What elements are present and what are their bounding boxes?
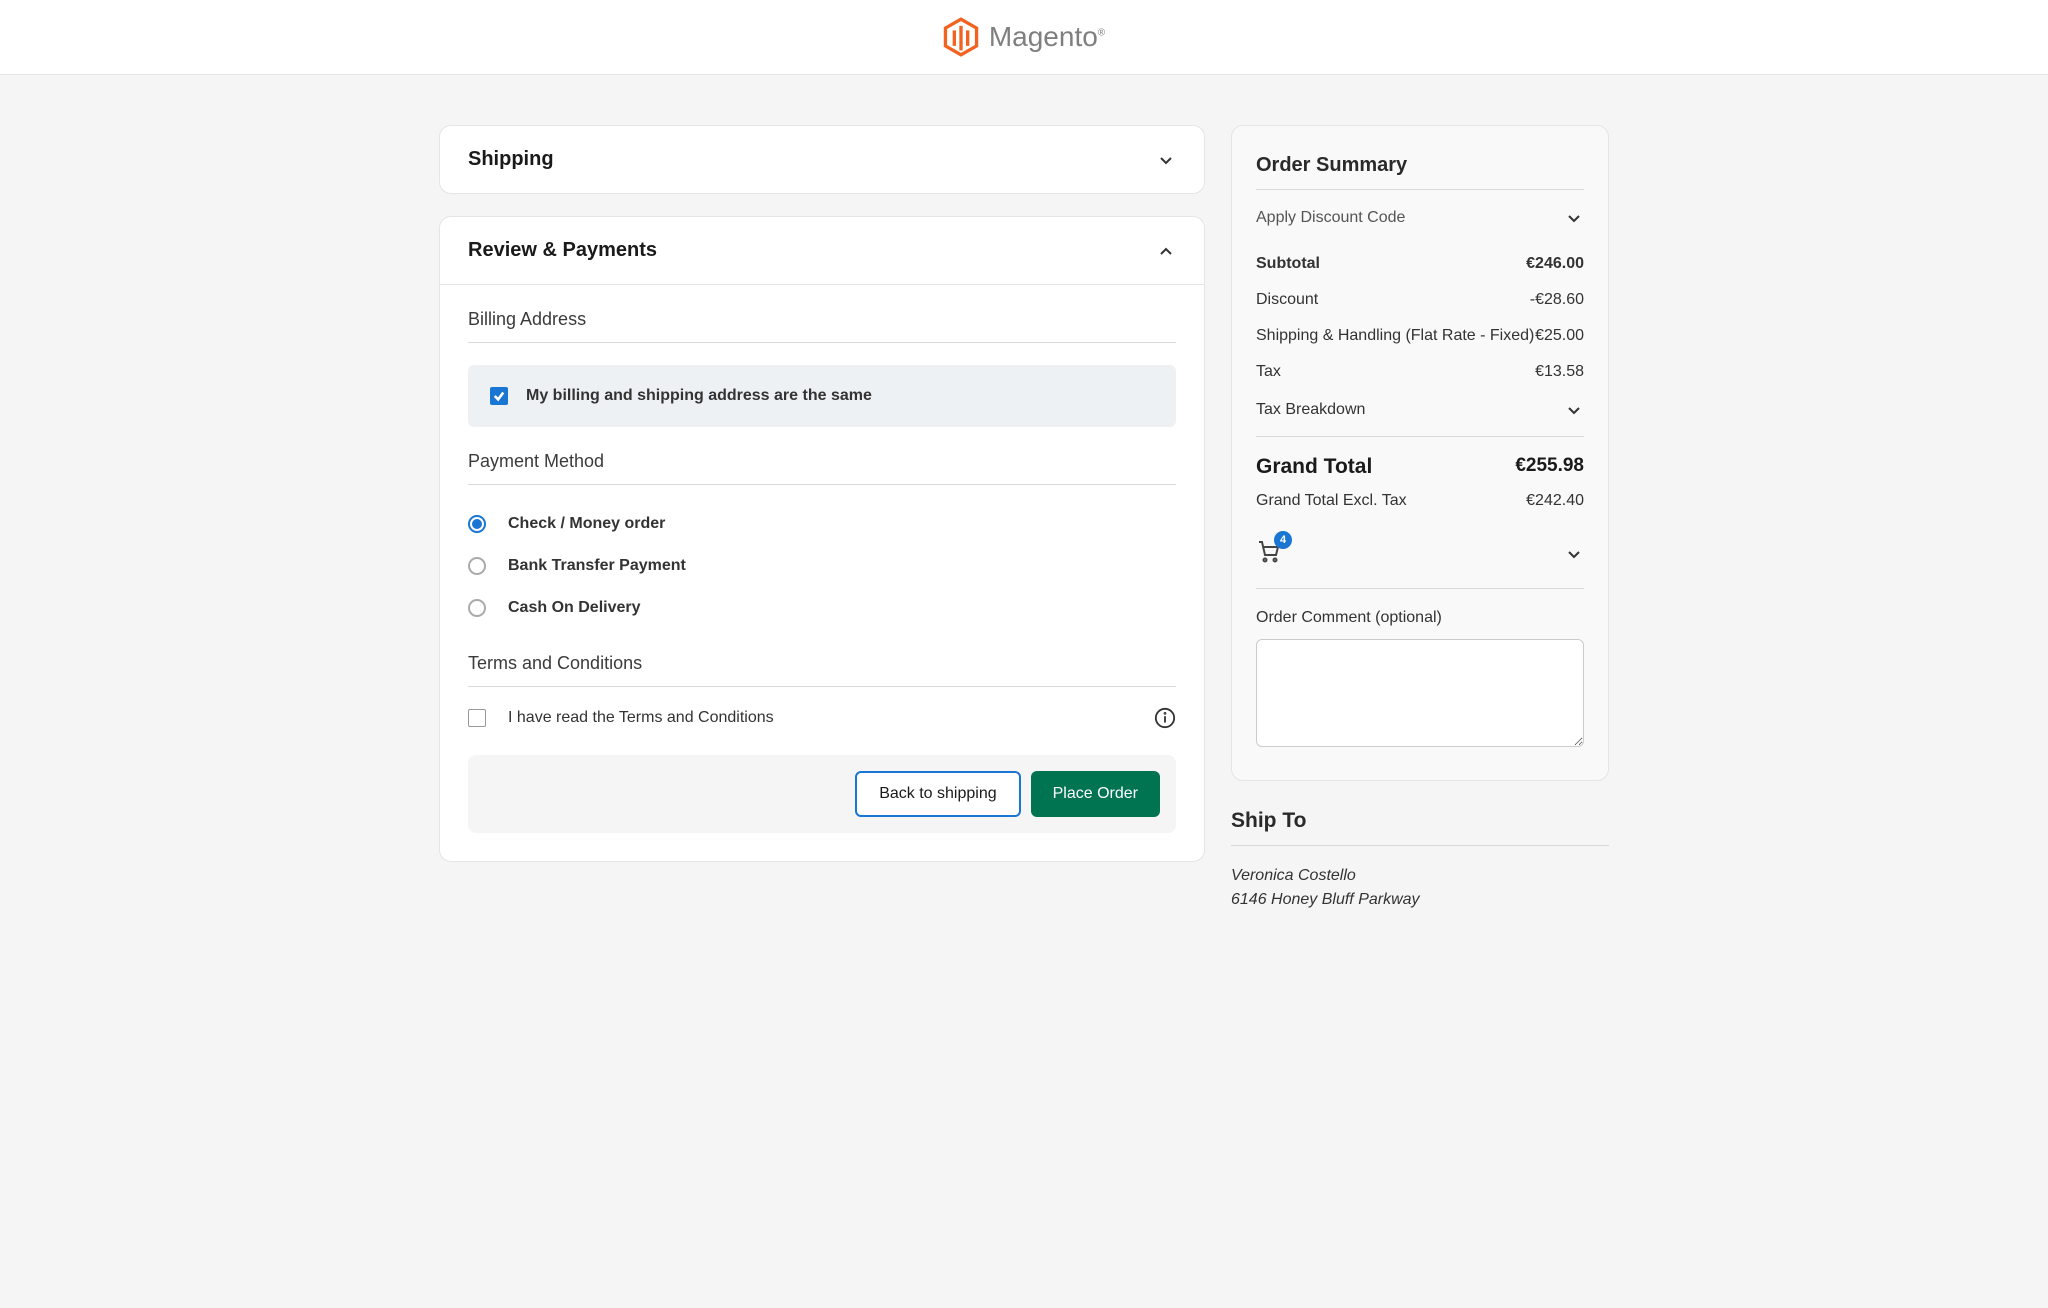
ship-to-title: Ship To: [1231, 809, 1609, 846]
payment-option-label: Cash On Delivery: [508, 599, 641, 617]
apply-discount-label: Apply Discount Code: [1256, 209, 1405, 227]
payment-option-cod[interactable]: Cash On Delivery: [468, 587, 1176, 629]
magento-icon: [943, 17, 979, 57]
payment-option-label: Bank Transfer Payment: [508, 557, 686, 575]
discount-line: Discount -€28.60: [1256, 282, 1584, 318]
chevron-down-icon: [1564, 400, 1584, 420]
ship-to-address: Veronica Costello 6146 Honey Bluff Parkw…: [1231, 846, 1609, 930]
review-payments-section: Review & Payments Billing Address My bil…: [439, 216, 1205, 862]
main-column: Shipping Review & Payments Billing Addre…: [439, 125, 1205, 930]
grand-total-line: Grand Total €255.98: [1256, 437, 1584, 483]
radio-icon: [468, 557, 486, 575]
cart-badge: 4: [1274, 531, 1292, 549]
shipping-title: Shipping: [468, 148, 554, 171]
chevron-up-icon: [1156, 241, 1176, 261]
payment-option-bank[interactable]: Bank Transfer Payment: [468, 545, 1176, 587]
billing-address-heading: Billing Address: [468, 285, 1176, 343]
payment-method-heading: Payment Method: [468, 427, 1176, 485]
subtotal-line: Subtotal €246.00: [1256, 246, 1584, 282]
info-icon[interactable]: [1154, 707, 1176, 729]
review-payments-header[interactable]: Review & Payments: [440, 217, 1204, 284]
shipping-line: Shipping & Handling (Flat Rate - Fixed) …: [1256, 318, 1584, 354]
checkout-container: Shipping Review & Payments Billing Addre…: [439, 75, 1609, 980]
billing-same-checkbox[interactable]: [490, 387, 508, 405]
header: Magento®: [0, 0, 2048, 75]
cart-items-toggle[interactable]: 4: [1256, 519, 1584, 589]
radio-icon: [468, 515, 486, 533]
shipping-header[interactable]: Shipping: [440, 126, 1204, 193]
ship-to-section: Ship To Veronica Costello 6146 Honey Blu…: [1231, 781, 1609, 930]
action-bar: Back to shipping Place Order: [468, 755, 1176, 833]
apply-discount-toggle[interactable]: Apply Discount Code: [1256, 190, 1584, 246]
billing-same-label: My billing and shipping address are the …: [526, 387, 872, 405]
chevron-down-icon: [1156, 150, 1176, 170]
radio-icon: [468, 599, 486, 617]
tax-line: Tax €13.58: [1256, 354, 1584, 390]
chevron-down-icon: [1564, 544, 1584, 564]
review-payments-body: Billing Address My billing and shipping …: [440, 284, 1204, 861]
terms-row[interactable]: I have read the Terms and Conditions: [468, 687, 1176, 737]
ship-to-line1: 6146 Honey Bluff Parkway: [1231, 888, 1609, 912]
chevron-down-icon: [1564, 208, 1584, 228]
terms-checkbox[interactable]: [468, 709, 486, 727]
shipping-section: Shipping: [439, 125, 1205, 194]
terms-label: I have read the Terms and Conditions: [508, 709, 1154, 727]
review-payments-title: Review & Payments: [468, 239, 657, 262]
payment-option-label: Check / Money order: [508, 515, 665, 533]
billing-same-row[interactable]: My billing and shipping address are the …: [468, 365, 1176, 427]
order-comment-label: Order Comment (optional): [1256, 589, 1584, 639]
place-order-button[interactable]: Place Order: [1031, 771, 1160, 817]
terms-heading: Terms and Conditions: [468, 629, 1176, 687]
payment-options: Check / Money order Bank Transfer Paymen…: [468, 485, 1176, 629]
order-summary-title: Order Summary: [1256, 154, 1584, 190]
tax-breakdown-toggle[interactable]: Tax Breakdown: [1256, 390, 1584, 437]
payment-option-check[interactable]: Check / Money order: [468, 503, 1176, 545]
logo[interactable]: Magento®: [943, 17, 1105, 57]
order-comment-input[interactable]: [1256, 639, 1584, 747]
ship-to-name: Veronica Costello: [1231, 864, 1609, 888]
grand-total-excl-line: Grand Total Excl. Tax €242.40: [1256, 483, 1584, 519]
sidebar-column: Order Summary Apply Discount Code Subtot…: [1231, 125, 1609, 930]
cart-icon: 4: [1256, 539, 1280, 568]
order-summary: Order Summary Apply Discount Code Subtot…: [1231, 125, 1609, 781]
back-to-shipping-button[interactable]: Back to shipping: [855, 771, 1020, 817]
logo-text: Magento®: [989, 21, 1105, 53]
